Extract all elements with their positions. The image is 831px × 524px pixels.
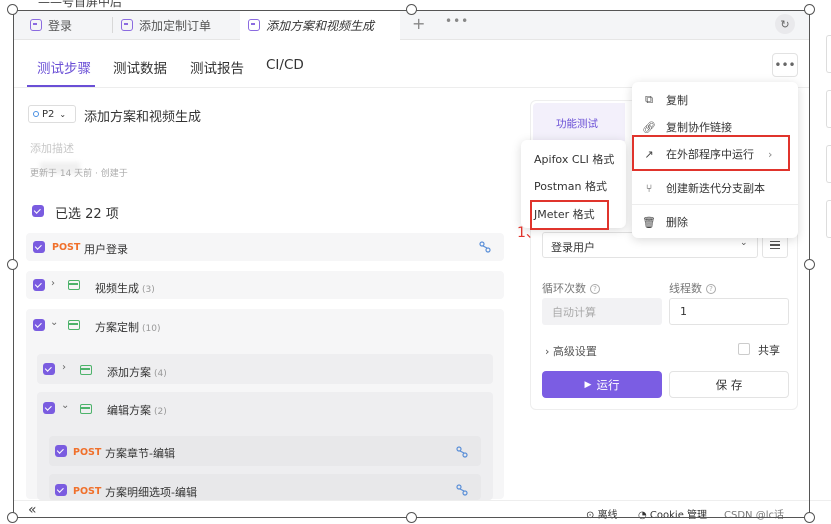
side-panel-edge	[826, 35, 831, 73]
side-panel-edge	[826, 90, 831, 128]
resize-handle[interactable]	[804, 259, 815, 270]
resize-handle[interactable]	[7, 259, 18, 270]
image-selection-frame	[13, 10, 810, 518]
resize-handle[interactable]	[406, 512, 417, 523]
resize-handle[interactable]	[7, 4, 18, 15]
resize-handle[interactable]	[7, 512, 18, 523]
app-window: ——号首屏中后 登录 添加定制订单 添加方案和视频生成 + ••• ↻ 测试步骤…	[0, 0, 831, 524]
resize-handle[interactable]	[804, 512, 815, 523]
side-panel-edge	[826, 200, 831, 238]
resize-handle[interactable]	[406, 4, 417, 15]
document-partial-text: ——号首屏中后	[38, 0, 123, 9]
side-panel-edge	[826, 145, 831, 183]
resize-handle[interactable]	[804, 4, 815, 15]
